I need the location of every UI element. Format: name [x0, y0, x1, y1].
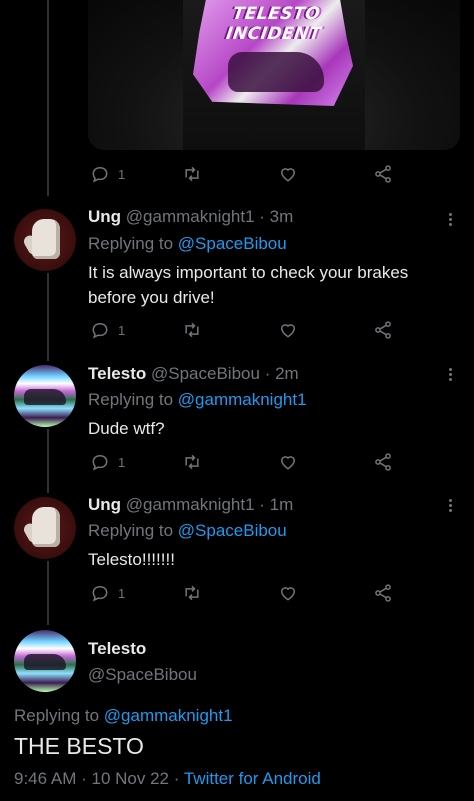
- reply-count: 1: [118, 322, 126, 338]
- more-options-icon[interactable]: [446, 366, 454, 383]
- mention-link[interactable]: @gammaknight1: [178, 390, 307, 409]
- tweet-text: Telesto!!!!!!!: [88, 550, 175, 569]
- replying-prefix: Replying to: [88, 234, 178, 253]
- author-name[interactable]: Telesto: [88, 364, 146, 383]
- thread-line: [47, 273, 49, 361]
- reply-button[interactable]: 1: [90, 319, 125, 341]
- tweet-text: Dude wtf?: [88, 419, 165, 438]
- tweet-source-link[interactable]: Twitter for Android: [184, 769, 321, 788]
- author-name[interactable]: Telesto: [88, 639, 146, 659]
- retweet-icon: [185, 585, 199, 601]
- car-graphic: [228, 52, 324, 92]
- replying-prefix: Replying to: [88, 521, 178, 540]
- mention-link[interactable]: @SpaceBibou: [178, 521, 287, 540]
- share-icon: [375, 584, 391, 602]
- mention-link[interactable]: @SpaceBibou: [178, 234, 287, 253]
- avatar[interactable]: [14, 497, 76, 559]
- reply-icon: [92, 585, 108, 602]
- tweet-actions: 1: [88, 163, 460, 187]
- tweet-actions: 1: [88, 319, 460, 343]
- mention-link[interactable]: @gammaknight1: [104, 706, 233, 725]
- tweet-text: THE BESTO: [14, 733, 144, 759]
- tweet-date[interactable]: 10 Nov 22: [92, 769, 170, 788]
- tweet-header: Ung @gammaknight1 · 1m: [88, 495, 293, 515]
- replying-to: Replying to @gammaknight1: [88, 390, 307, 410]
- share-icon: [375, 453, 391, 471]
- reply-button[interactable]: 1: [90, 582, 125, 604]
- replying-to: Replying to @SpaceBibou: [88, 234, 287, 254]
- reply-button[interactable]: 1: [90, 163, 125, 185]
- share-button[interactable]: [373, 163, 393, 185]
- raised-fist-icon: [32, 219, 60, 259]
- thread-line: [47, 429, 49, 493]
- glitch-car-icon: [24, 389, 66, 405]
- share-icon: [375, 165, 391, 183]
- separator: ·: [81, 769, 87, 788]
- avatar[interactable]: [14, 365, 76, 427]
- retweet-button[interactable]: [182, 582, 202, 604]
- reply-icon: [92, 322, 108, 339]
- author-handle[interactable]: @gammaknight1: [126, 495, 255, 514]
- reply-count: 1: [118, 166, 126, 182]
- share-button[interactable]: [373, 451, 393, 473]
- retweet-icon: [185, 166, 199, 182]
- reply-icon: [92, 454, 108, 471]
- share-button[interactable]: [373, 582, 393, 604]
- tweet-time: · 1m: [259, 495, 294, 514]
- more-options-icon[interactable]: [446, 211, 454, 228]
- tweet-actions: 1: [88, 582, 460, 606]
- tweet-header: Telesto @SpaceBibou · 2m: [88, 364, 299, 384]
- tweet-time: · 2m: [264, 364, 299, 383]
- tweet-time: · 3m: [259, 207, 294, 226]
- heart-icon: [280, 168, 296, 182]
- replying-prefix: Replying to: [88, 390, 178, 409]
- like-button[interactable]: [278, 319, 298, 341]
- glitch-car-icon: [24, 654, 66, 670]
- tweet-text: It is always important to check your bra…: [88, 263, 409, 307]
- heart-icon: [280, 324, 296, 338]
- reply-icon: [92, 166, 108, 183]
- author-name[interactable]: Ung: [88, 207, 121, 226]
- heart-icon: [280, 456, 296, 470]
- reply-count: 1: [118, 454, 126, 470]
- tweet-time[interactable]: 9:46 AM: [14, 769, 76, 788]
- share-icon: [375, 321, 391, 339]
- author-name[interactable]: Ung: [88, 495, 121, 514]
- replying-to: Replying to @SpaceBibou: [88, 521, 287, 541]
- retweet-button[interactable]: [182, 451, 202, 473]
- avatar[interactable]: [14, 209, 76, 271]
- shirt-print-title: TELESTO INCIDENT: [224, 4, 323, 44]
- like-button[interactable]: [278, 451, 298, 473]
- heart-icon: [280, 587, 296, 601]
- author-handle[interactable]: @gammaknight1: [126, 207, 255, 226]
- retweet-button[interactable]: [182, 319, 202, 341]
- raised-fist-icon: [32, 507, 60, 547]
- reply-button[interactable]: 1: [90, 451, 125, 473]
- thread-line: [47, 561, 49, 625]
- tweet-media-image[interactable]: TELESTO INCIDENT: [88, 0, 460, 150]
- thread-line: [47, 0, 49, 196]
- separator: ·: [173, 769, 180, 788]
- tweet-header: Ung @gammaknight1 · 3m: [88, 207, 293, 227]
- avatar[interactable]: [14, 630, 76, 692]
- retweet-button[interactable]: [182, 163, 202, 185]
- author-handle[interactable]: @SpaceBibou: [151, 364, 260, 383]
- replying-prefix: Replying to: [14, 706, 104, 725]
- reply-count: 1: [118, 585, 126, 601]
- like-button[interactable]: [278, 163, 298, 185]
- tweet-meta: 9:46 AM · 10 Nov 22 · Twitter for Androi…: [14, 769, 321, 789]
- replying-to: Replying to @gammaknight1: [14, 706, 233, 726]
- share-button[interactable]: [373, 319, 393, 341]
- like-button[interactable]: [278, 582, 298, 604]
- author-handle[interactable]: @SpaceBibou: [88, 665, 197, 685]
- retweet-icon: [185, 454, 199, 470]
- tweet-actions: 1: [88, 451, 460, 475]
- retweet-icon: [185, 322, 199, 338]
- more-options-icon[interactable]: [446, 497, 454, 514]
